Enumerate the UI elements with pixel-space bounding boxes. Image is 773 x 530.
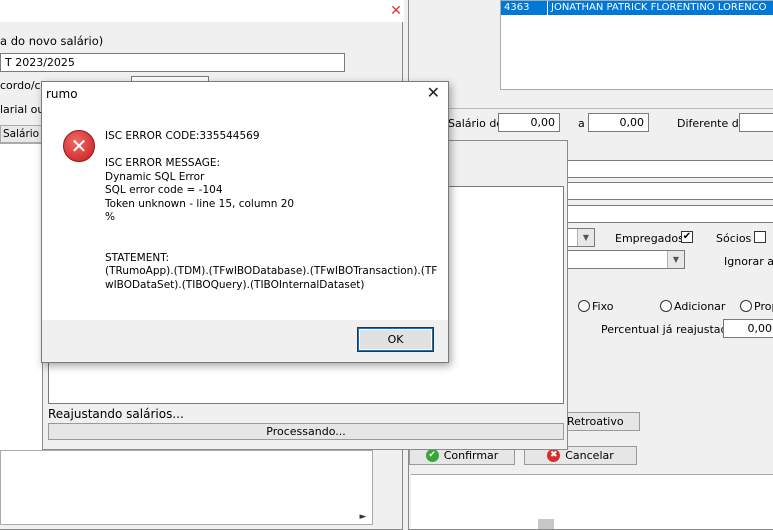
employee-id: 4363	[501, 1, 548, 15]
radio-prop-label: Prop	[754, 300, 773, 313]
progress-status: Reajustando salários...	[48, 407, 184, 421]
dialog-footer: OK	[42, 320, 448, 362]
socios-label: Sócios	[716, 232, 752, 245]
cancel-icon: ✖	[547, 449, 561, 462]
scrollbar-thumb[interactable]	[538, 519, 554, 529]
text-strip-2[interactable]	[566, 182, 773, 200]
error-code: ISC ERROR CODE:335544569	[105, 130, 260, 142]
progress-label: Processando...	[266, 425, 346, 438]
confirm-label: Confirmar	[443, 449, 499, 462]
empregados-checkbox[interactable]: ✔	[681, 231, 693, 243]
employee-name: JONATHAN PATRICK FLORENTINO LORENCO	[551, 2, 767, 13]
acordo-label: cordo/cc	[0, 79, 47, 92]
period-field[interactable]: T 2023/2025	[0, 53, 345, 72]
radio-fixo-label: Fixo	[592, 300, 614, 313]
radio-icon	[660, 300, 672, 312]
ok-button[interactable]: OK	[358, 328, 433, 351]
radio-adicionar-label: Adicionar	[674, 300, 726, 313]
scroll-right-arrow[interactable]: ►	[355, 510, 371, 524]
chevron-right-icon: ►	[359, 512, 367, 522]
message-line: Dynamic SQL Error	[105, 170, 205, 183]
statement-line: (TRumoApp).(TDM).(TFwIBODatabase).(TFwIB…	[105, 265, 438, 277]
error-dialog: rumo ✕ ✕ ISC ERROR CODE:335544569 ISC ER…	[41, 81, 449, 363]
error-icon: ✕	[63, 130, 95, 162]
statement-line: wIBODataSet).(TIBOQuery).(TIBOInternalDa…	[105, 278, 365, 291]
error-message: ISC ERROR CODE:335544569 ISC ERROR MESSA…	[105, 130, 438, 292]
radio-icon	[740, 300, 752, 312]
divider	[409, 108, 773, 109]
percentual-label: Percentual já reajustado	[601, 323, 735, 336]
a-label: a	[578, 117, 585, 130]
chevron-down-icon[interactable]: ▼	[577, 229, 594, 246]
left-content-panel	[0, 143, 45, 450]
close-button[interactable]: ✕	[388, 2, 404, 20]
retroativo-button[interactable]: Retroativo	[562, 412, 640, 431]
chevron-down-icon[interactable]: ▼	[667, 251, 684, 268]
message-header: ISC ERROR MESSAGE:	[105, 157, 221, 169]
statement-header: STATEMENT:	[105, 251, 170, 264]
combo-left-1[interactable]: ▼	[566, 228, 595, 247]
close-icon: ✕	[426, 83, 440, 102]
diferente-field[interactable]	[739, 113, 773, 132]
radio-fixo[interactable]: Fixo	[578, 300, 613, 313]
radio-prop[interactable]: Prop	[740, 300, 773, 313]
dialog-close-button[interactable]: ✕	[427, 85, 440, 101]
salario-de-field[interactable]: 0,00	[498, 113, 560, 132]
bottom-panel	[411, 474, 773, 529]
message-line: SQL error code = -104	[105, 184, 223, 196]
salario-tab-label: Salário A	[3, 128, 41, 140]
diferente-label: Diferente de	[677, 117, 746, 130]
employee-row[interactable]: 4363 JONATHAN PATRICK FLORENTINO LORENCO	[501, 1, 773, 15]
check-icon: ✔	[682, 231, 692, 242]
message-line: %	[105, 211, 115, 223]
radio-adicionar[interactable]: Adicionar	[660, 300, 725, 313]
retroativo-label: Retroativo	[567, 415, 624, 428]
dialog-title: rumo	[46, 87, 78, 101]
text-strip-1[interactable]	[566, 160, 773, 178]
ok-label: OK	[387, 333, 404, 346]
message-line: Token unknown - line 15, column 20	[105, 197, 295, 210]
salario-de-label: Salário de	[448, 117, 504, 130]
close-icon: ✕	[390, 3, 402, 19]
radio-icon	[578, 300, 590, 312]
left-bottom-panel	[0, 450, 373, 525]
ignorar-label: Ignorar ac	[724, 255, 773, 268]
salario-a-field[interactable]: 0,00	[588, 113, 649, 132]
cancel-label: Cancelar	[565, 449, 614, 462]
title-bar	[0, 0, 404, 22]
progress-bar: Processando...	[48, 423, 564, 440]
combo-left-2[interactable]: ▼	[566, 250, 685, 269]
percentual-field[interactable]: 0,00	[723, 319, 773, 338]
empregados-label: Empregados	[615, 232, 684, 245]
salario-tab[interactable]: Salário A	[0, 125, 42, 143]
socios-checkbox[interactable]	[754, 231, 766, 243]
checkmark-icon: ✔	[425, 449, 439, 462]
employee-list[interactable]: 4363 JONATHAN PATRICK FLORENTINO LORENCO	[500, 0, 773, 90]
text-strip-3[interactable]	[566, 205, 773, 223]
new-salary-label: a do novo salário)	[0, 34, 104, 48]
